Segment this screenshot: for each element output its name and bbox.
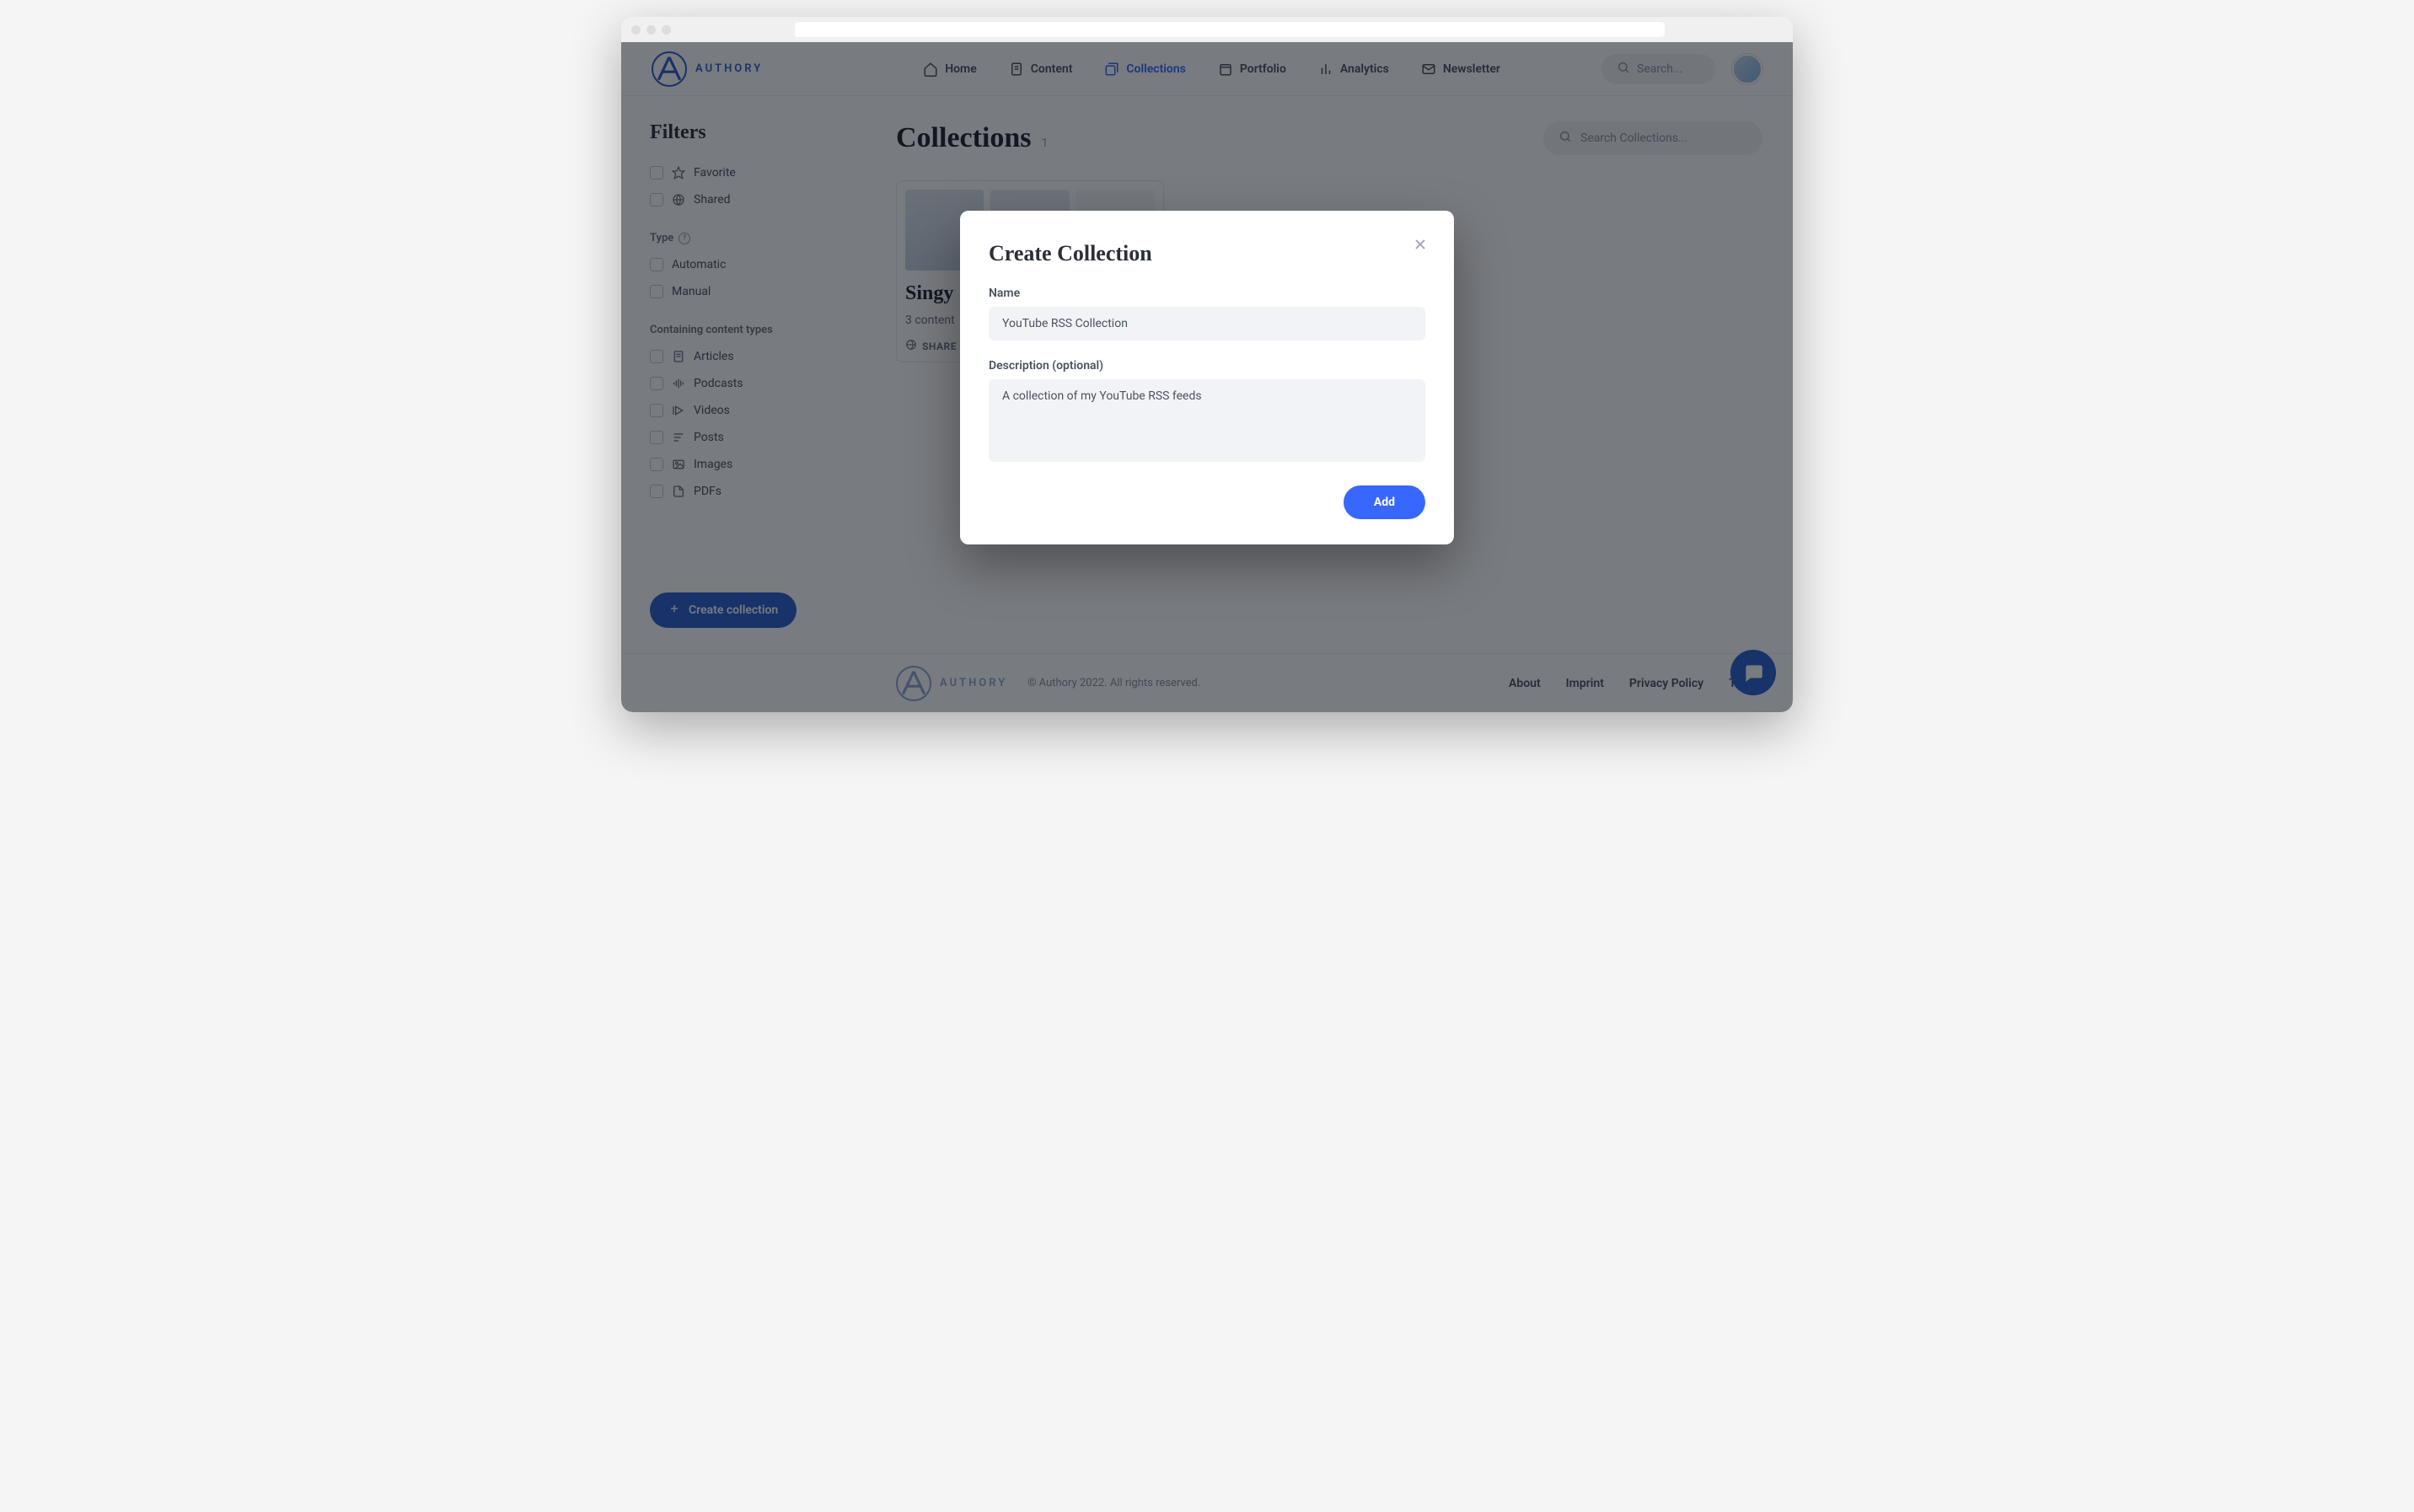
modal-close[interactable] (1410, 234, 1430, 255)
modal-overlay[interactable]: Create Collection Name Description (opti… (621, 42, 1793, 712)
description-label: Description (optional) (989, 359, 1425, 373)
traffic-maximize[interactable] (662, 25, 671, 35)
browser-chrome (621, 17, 1793, 42)
name-label: Name (989, 287, 1425, 300)
url-bar[interactable] (795, 22, 1665, 37)
modal-actions: Add (989, 485, 1425, 519)
close-icon (1412, 236, 1429, 253)
traffic-minimize[interactable] (646, 25, 656, 35)
app-container: AUTHORY Home Content Collections Portf (621, 42, 1793, 712)
name-input[interactable] (989, 307, 1425, 340)
modal-title: Create Collection (989, 241, 1425, 266)
add-button[interactable]: Add (1344, 485, 1425, 519)
browser-window: AUTHORY Home Content Collections Portf (621, 17, 1793, 712)
traffic-close[interactable] (631, 25, 641, 35)
description-input[interactable] (989, 379, 1425, 462)
create-collection-modal: Create Collection Name Description (opti… (960, 211, 1454, 544)
